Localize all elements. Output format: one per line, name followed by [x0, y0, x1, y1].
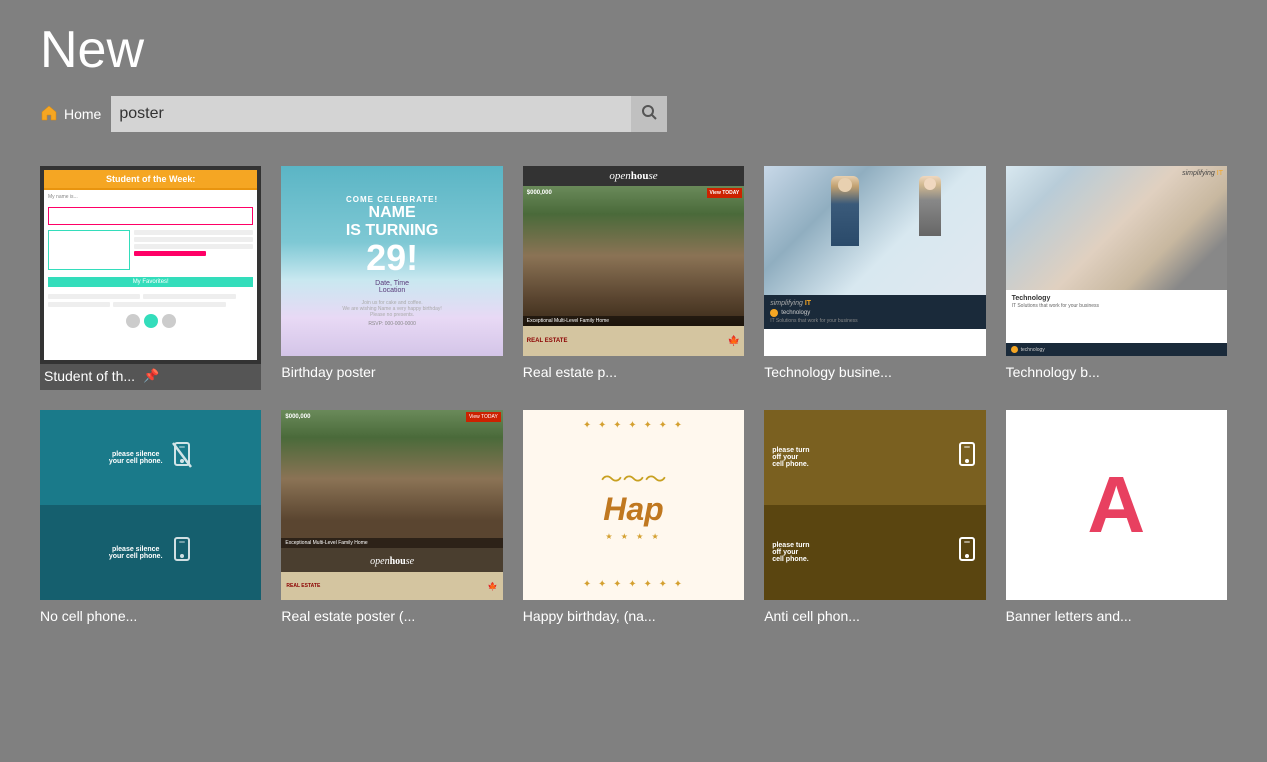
template-label-student-week: Student of th... 📌: [44, 366, 257, 386]
template-label-technology-busine: Technology busine...: [764, 362, 985, 382]
search-icon: [640, 103, 658, 126]
template-name-no-cell-phone: No cell phone...: [40, 608, 137, 624]
template-label-birthday-poster: Birthday poster: [281, 362, 502, 382]
template-item-real-estate-poster2[interactable]: View TODAY $000,000 Exceptional Multi-Le…: [281, 410, 502, 626]
template-name-happy-birthday: Happy birthday, (na...: [523, 608, 656, 624]
templates-grid: Student of the Week: My name is... My F: [0, 156, 1267, 656]
template-item-banner-letters[interactable]: A Banner letters and...: [1006, 410, 1227, 626]
template-thumb-anti-cell-phone: please turnoff yourcell phone. please tu…: [764, 410, 985, 600]
template-label-happy-birthday: Happy birthday, (na...: [523, 606, 744, 626]
pin-icon-student-week: 📌: [143, 368, 159, 384]
template-thumb-happy-birthday: ✦ ✦ ✦ ✦ ✦ ✦ ✦ 〜〜〜 Hap ★ ★ ★ ★ ✦ ✦ ✦ ✦ ✦ …: [523, 410, 744, 600]
template-item-real-estate-p[interactable]: openhouse View TODAY $000,000 Exceptiona…: [523, 166, 744, 390]
template-name-anti-cell-phone: Anti cell phon...: [764, 608, 860, 624]
template-label-technology-b: Technology b...: [1006, 362, 1227, 382]
template-thumb-student-week: Student of the Week: My name is... My F: [44, 170, 257, 360]
template-thumb-real-estate-poster2: View TODAY $000,000 Exceptional Multi-Le…: [281, 410, 502, 600]
search-input-wrap: [111, 96, 667, 132]
template-name-real-estate-poster2: Real estate poster (...: [281, 608, 415, 624]
template-item-student-week[interactable]: Student of the Week: My name is... My F: [40, 166, 261, 390]
template-name-technology-busine: Technology busine...: [764, 364, 892, 380]
template-label-anti-cell-phone: Anti cell phon...: [764, 606, 985, 626]
search-button[interactable]: [631, 96, 667, 132]
template-label-banner-letters: Banner letters and...: [1006, 606, 1227, 626]
template-name-banner-letters: Banner letters and...: [1006, 608, 1132, 624]
home-icon: [40, 104, 58, 125]
template-item-technology-b[interactable]: simplifying IT Technology IT Solutions t…: [1006, 166, 1227, 390]
template-name-technology-b: Technology b...: [1006, 364, 1100, 380]
template-item-no-cell-phone[interactable]: please silenceyour cell phone. please si…: [40, 410, 261, 626]
template-item-anti-cell-phone[interactable]: please turnoff yourcell phone. please tu…: [764, 410, 985, 626]
template-label-no-cell-phone: No cell phone...: [40, 606, 261, 626]
template-name-birthday-poster: Birthday poster: [281, 364, 375, 380]
home-button[interactable]: Home: [40, 98, 111, 131]
template-thumb-birthday-poster: COME CELEBRATE! NAMEIS TURNING 29! Date,…: [281, 166, 502, 356]
template-item-happy-birthday[interactable]: ✦ ✦ ✦ ✦ ✦ ✦ ✦ 〜〜〜 Hap ★ ★ ★ ★ ✦ ✦ ✦ ✦ ✦ …: [523, 410, 744, 626]
template-thumb-real-estate-p: openhouse View TODAY $000,000 Exceptiona…: [523, 166, 744, 356]
home-label: Home: [64, 106, 101, 122]
template-thumb-no-cell-phone: please silenceyour cell phone. please si…: [40, 410, 261, 600]
search-bar: Home: [0, 96, 1267, 156]
search-input[interactable]: [111, 96, 631, 132]
template-label-real-estate-poster2: Real estate poster (...: [281, 606, 502, 626]
template-name-real-estate-p: Real estate p...: [523, 364, 617, 380]
template-thumb-technology-busine: simplifying IT technology IT Solutions t…: [764, 166, 985, 356]
page-title: New: [0, 0, 1267, 96]
template-thumb-technology-b: simplifying IT Technology IT Solutions t…: [1006, 166, 1227, 356]
template-thumb-banner-letters: A: [1006, 410, 1227, 600]
template-item-technology-busine[interactable]: simplifying IT technology IT Solutions t…: [764, 166, 985, 390]
template-name-student-week: Student of th...: [44, 368, 135, 384]
template-item-birthday-poster[interactable]: COME CELEBRATE! NAMEIS TURNING 29! Date,…: [281, 166, 502, 390]
template-label-real-estate-p: Real estate p...: [523, 362, 744, 382]
